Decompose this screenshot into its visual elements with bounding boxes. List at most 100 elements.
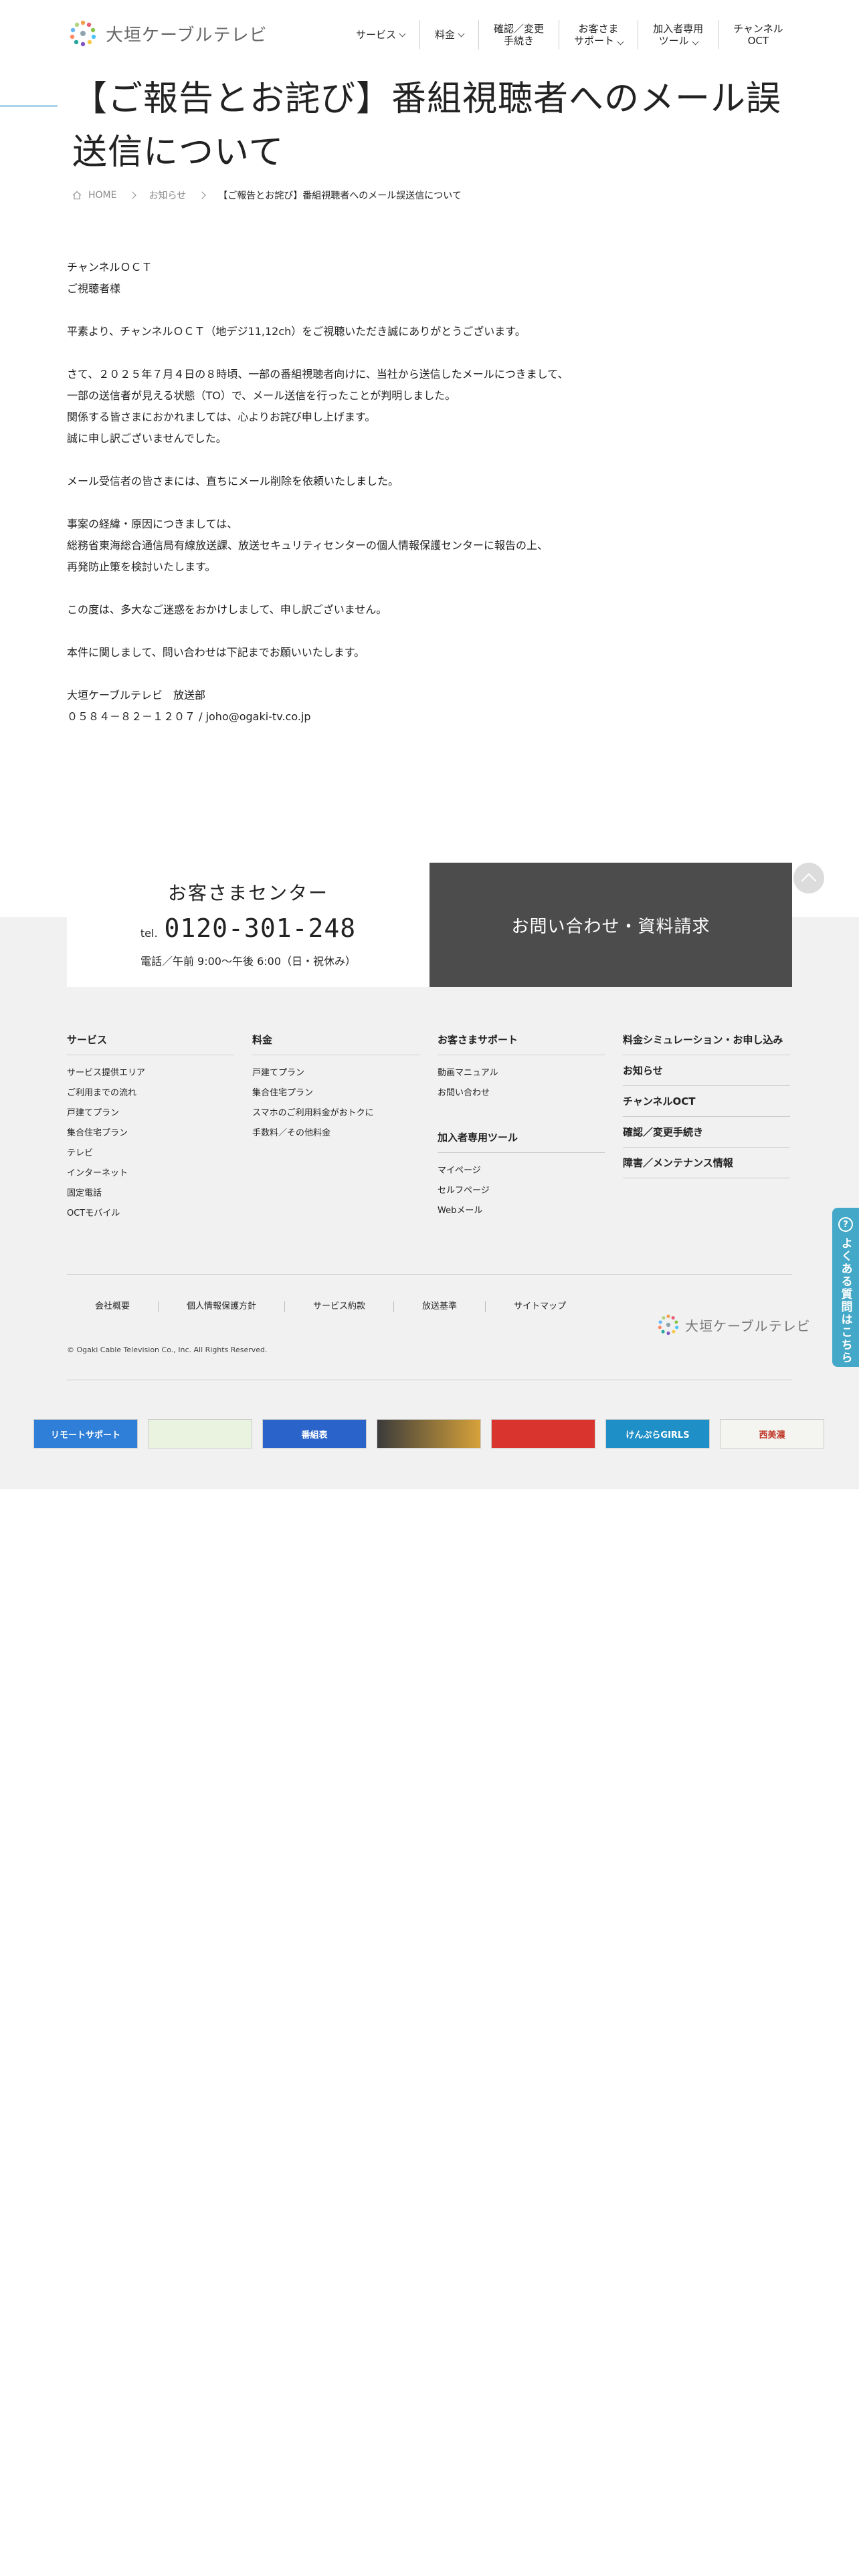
footer-link[interactable]: 動画マニュアル [438, 1063, 605, 1083]
breadcrumb-news[interactable]: お知らせ [149, 189, 186, 202]
faq-tab-label: よくある質問はこちら [838, 1237, 852, 1364]
footer-link-broadcast-standards[interactable]: 放送基準 [393, 1301, 485, 1312]
banner-nishimino[interactable]: 西美濃 [720, 1419, 824, 1448]
footer-link[interactable]: テレビ [67, 1144, 234, 1164]
nav-label-line1: お客さま [578, 23, 619, 35]
footer-bottom-links: 会社概要 個人情報保護方針 サービス約款 放送基準 サイトマップ [67, 1301, 594, 1312]
footer-link-maintenance[interactable]: 障害／メンテナンス情報 [623, 1148, 790, 1178]
chevron-down-icon [399, 30, 406, 37]
logo-mark-icon [658, 1314, 679, 1335]
article-line: 事案の経緯・原因につきましては、 [67, 518, 238, 530]
footer-link[interactable]: スマホのご利用料金がおトクに [252, 1103, 419, 1123]
nav-item-service[interactable]: サービス [341, 20, 419, 49]
chevron-down-icon [617, 38, 624, 45]
footer-column-support: お客さまサポート 動画マニュアル お問い合わせ 加入者専用ツール マイページ セ… [438, 1033, 605, 1221]
copyright: © Ogaki Cable Television Co., Inc. All R… [67, 1346, 268, 1354]
footer-link-company[interactable]: 会社概要 [67, 1301, 158, 1312]
footer-column-misc: 料金シミュレーション・お申し込み お知らせ チャンネルOCT 確認／変更手続き … [623, 1033, 790, 1178]
nav-item-member-tools[interactable]: 加入者専用 ツール [638, 20, 718, 49]
banner-remote-support[interactable]: リモートサポート [33, 1419, 138, 1448]
customer-center-box: お客さまセンター tel. 0120-301-248 電話／午前 9:00〜午後… [67, 863, 430, 987]
logo-mark-icon [70, 20, 96, 47]
banner-program[interactable] [491, 1419, 595, 1448]
footer-link[interactable]: OCTモバイル [67, 1204, 234, 1224]
faq-side-tab[interactable]: ? よくある質問はこちら [832, 1208, 859, 1367]
footer-link[interactable]: Webメール [438, 1201, 605, 1221]
page-top-button[interactable] [793, 863, 824, 893]
article-line: 誠に申し訳ございませんでした。 [67, 432, 227, 445]
breadcrumb-home[interactable]: HOME [88, 190, 116, 201]
nav-label: お客さま サポート [574, 23, 624, 47]
site-header: 大垣ケーブルテレビ サービス 料金 確認／変更 手続き お客さま サポート 加入者専… [0, 0, 859, 67]
footer-link-sitemap[interactable]: サイトマップ [485, 1301, 594, 1312]
nav-item-support[interactable]: お客さま サポート [559, 20, 638, 49]
inquiry-button[interactable]: お問い合わせ・資料請求 [430, 863, 792, 987]
nav-label-line1: チャンネル [733, 23, 783, 35]
article-line: 総務省東海総合通信局有線放送課、放送セキュリティセンターの個人情報保護センターに… [67, 539, 549, 552]
banner-app[interactable] [148, 1419, 252, 1448]
arrow-up-icon [801, 873, 817, 889]
footer-link-privacy[interactable]: 個人情報保護方針 [158, 1301, 284, 1312]
customer-center-hours: 電話／午前 9:00〜午後 6:00（日・祝休み） [140, 955, 357, 968]
footer-column-title: 料金 [252, 1033, 419, 1055]
footer-link-news[interactable]: お知らせ [623, 1055, 790, 1086]
footer-link[interactable]: マイページ [438, 1161, 605, 1181]
footer-link[interactable]: 固定電話 [67, 1184, 234, 1204]
footer-logo[interactable]: 大垣ケーブルテレビ [656, 1312, 811, 1337]
nav-label-line1: 確認／変更 [494, 23, 545, 35]
footer-link[interactable]: 戸建てプラン [67, 1103, 234, 1123]
nav-label-line1: 加入者専用 [653, 23, 704, 35]
nav-label-line2: 手続き [504, 35, 535, 47]
footer-column-service: サービス サービス提供エリア ご利用までの流れ 戸建てプラン 集合住宅プラン テ… [67, 1033, 234, 1224]
nav-item-procedures[interactable]: 確認／変更 手続き [478, 20, 559, 49]
page-title: 【ご報告とお詫び】番組視聴者へのメール誤送信について [72, 79, 782, 173]
logo-text: 大垣ケーブルテレビ [106, 25, 268, 45]
question-icon: ? [838, 1217, 853, 1232]
nav-label-line2: ツール [658, 35, 689, 47]
footer-link-terms[interactable]: サービス約款 [284, 1301, 393, 1312]
article-line: 大垣ケーブルテレビ 放送部 [67, 689, 206, 702]
nav-label: チャンネル OCT [733, 23, 783, 47]
nav-label-line2: サポート [574, 35, 615, 47]
footer-link[interactable]: お問い合わせ [438, 1083, 605, 1103]
footer-link[interactable]: サービス提供エリア [67, 1063, 234, 1083]
customer-center-title: お客さまセンター [167, 882, 328, 904]
main-nav: サービス 料金 確認／変更 手続き お客さま サポート 加入者専用 ツール チャンネル… [341, 20, 798, 49]
footer-link[interactable]: 集合住宅プラン [252, 1083, 419, 1103]
nav-item-channel-oct[interactable]: チャンネル OCT [718, 20, 798, 49]
footer-link-simulation[interactable]: 料金シミュレーション・お申し込み [623, 1033, 790, 1055]
banner-row: リモートサポート 番組表 けんぷらGIRLS 西美濃 [33, 1419, 824, 1448]
article-line: 再発防止策を検討いたします。 [67, 560, 216, 573]
banner-program-guide[interactable]: 番組表 [262, 1419, 367, 1448]
article-line: チャンネルＯＣＴ [67, 261, 153, 274]
footer-link[interactable]: セルフページ [438, 1181, 605, 1201]
footer-link[interactable]: ご利用までの流れ [67, 1083, 234, 1103]
footer-link[interactable]: 戸建てプラン [252, 1063, 419, 1083]
title-accent-line [0, 105, 58, 107]
footer-link[interactable]: インターネット [67, 1164, 234, 1184]
article-line: 平素より、チャンネルＯＣＴ（地デジ11,12ch）をご視聴いただき誠にありがとう… [67, 325, 526, 338]
footer-link[interactable]: 集合住宅プラン [67, 1123, 234, 1144]
chevron-right-icon [198, 191, 206, 199]
article-line: 本件に関しまして、問い合わせは下記までお願いいたします。 [67, 646, 365, 659]
footer-column-title: サービス [67, 1033, 234, 1055]
banner-promo[interactable] [377, 1419, 481, 1448]
chevron-down-icon [692, 38, 699, 45]
chevron-down-icon [458, 30, 465, 37]
customer-center-tel: tel. 0120-301-248 [67, 914, 430, 943]
tel-number-link[interactable]: 0120-301-248 [165, 914, 357, 943]
site-logo[interactable]: 大垣ケーブルテレビ [67, 17, 267, 49]
nav-label: 確認／変更 手続き [494, 23, 544, 47]
footer-link[interactable]: 手数料／その他料金 [252, 1123, 419, 1144]
article-line: メール受信者の皆さまには、直ちにメール削除を依頼いたしました。 [67, 475, 399, 488]
article-line: ０５８４－８２－１２０７ / joho@ogaki-tv.co.jp [67, 710, 311, 723]
banner-kenpla-girls[interactable]: けんぷらGIRLS [605, 1419, 710, 1448]
chevron-right-icon [128, 191, 137, 199]
footer-link-channel-oct[interactable]: チャンネルOCT [623, 1086, 790, 1117]
tel-label: tel. [140, 927, 158, 940]
nav-label: 料金 [435, 29, 456, 41]
breadcrumb: HOME お知らせ 【ご報告とお詫び】番組視聴者へのメール誤送信について [72, 187, 462, 203]
nav-item-price[interactable]: 料金 [419, 20, 478, 49]
footer-link-procedures[interactable]: 確認／変更手続き [623, 1117, 790, 1148]
article-line: ご視聴者様 [67, 282, 121, 295]
